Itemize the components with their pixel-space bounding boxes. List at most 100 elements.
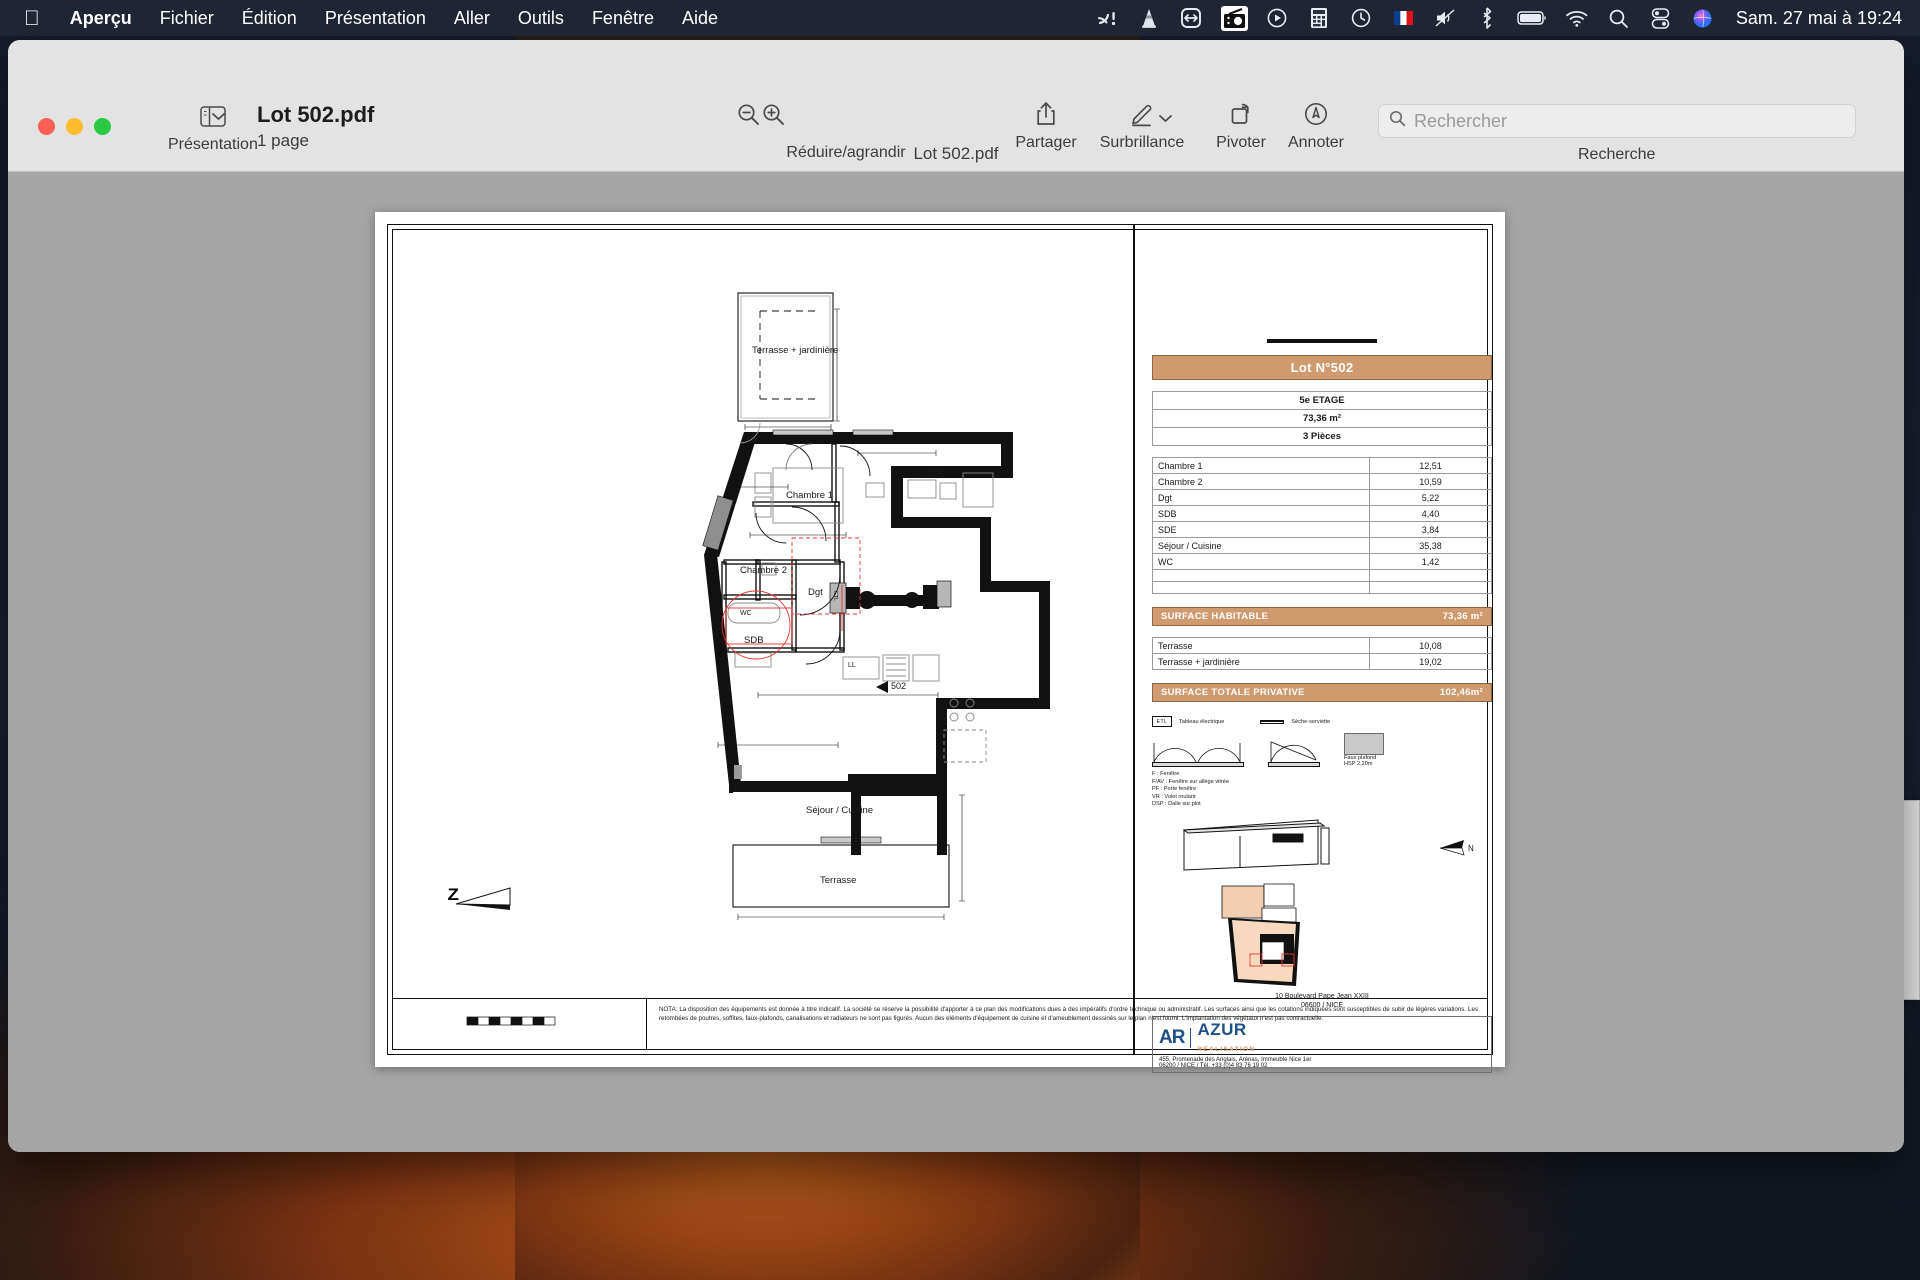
table-row: Chambre 2 10,59 — [1152, 473, 1493, 490]
pdf-page: Terrasse + jardinière Chambre 1 SDE Cham… — [375, 212, 1505, 1073]
minimize-button[interactable] — [66, 118, 83, 135]
table-row: SDE 3,84 — [1152, 521, 1493, 538]
table-row: 73,36 m² — [1152, 409, 1492, 428]
menu-item-presentation[interactable]: Présentation — [311, 8, 440, 29]
room-name: Chambre 2 — [1152, 473, 1370, 490]
maximize-button[interactable] — [94, 118, 111, 135]
volume-muted-icon[interactable] — [1433, 6, 1458, 31]
symbols-row-windows: Faux plafond HSP 2,20m — [1152, 733, 1492, 767]
abbreviation-item: PF : Porte fenêtre — [1152, 786, 1197, 792]
menu-item-fichier[interactable]: Fichier — [146, 8, 228, 29]
spotlight-search-icon[interactable] — [1606, 6, 1631, 31]
menu-item-outils[interactable]: Outils — [504, 8, 578, 29]
plan-north-indicator: Z — [447, 885, 511, 910]
plan-label-etl: ETL — [832, 591, 838, 602]
menu-item-aller[interactable]: Aller — [440, 8, 504, 29]
room-area: 10,59 — [1368, 473, 1493, 490]
abbreviation-item: DSP : Dalle sur plot — [1152, 801, 1201, 807]
radio-app-icon[interactable] — [1220, 5, 1248, 31]
double-window-arc-icon — [1153, 743, 1241, 762]
menu-bar:  Aperçu Fichier Édition Présentation Al… — [0, 0, 1920, 36]
french-flag-icon[interactable] — [1391, 6, 1416, 31]
room-name: WC — [1152, 553, 1370, 570]
plan-legend-divider — [1133, 225, 1135, 1054]
siri-icon[interactable] — [1690, 6, 1715, 31]
site-plan-svg — [1221, 883, 1300, 986]
table-row: Dgt 5,22 — [1152, 489, 1493, 506]
room-area: 5,22 — [1368, 489, 1493, 506]
electric-panel-icon: ETL — [1152, 716, 1172, 727]
calculator-icon[interactable] — [1307, 6, 1332, 31]
playback-icon[interactable] — [1265, 6, 1290, 31]
svg-text:N: N — [1468, 844, 1474, 853]
plan-label-chambre2: Chambre 2 — [740, 565, 787, 576]
wifi-icon[interactable] — [1564, 6, 1589, 31]
highlight-chevron-down-icon[interactable] — [1158, 104, 1173, 132]
abbreviations-list: F : Fenêtre F/AV : Fenêtre sur allège vi… — [1152, 771, 1492, 809]
plan-label-sejour-cuisine: Séjour / Cuisine — [806, 805, 874, 816]
battery-icon — [1517, 6, 1547, 31]
pdf-canvas-area[interactable]: Terrasse + jardinière Chambre 1 SDE Cham… — [8, 172, 1904, 1152]
vlc-cone-icon[interactable] — [1137, 6, 1162, 31]
document-name: Lot 502.pdf — [257, 102, 375, 127]
plan-label-ll: LL — [848, 662, 856, 669]
lot-area: 73,36 m² — [1152, 409, 1492, 428]
pdf-footer-strip: NOTA: La disposition des équipements est… — [392, 998, 1488, 1050]
share-icon — [1035, 100, 1057, 128]
abbreviation-item: VR : Volet roulant — [1152, 793, 1196, 800]
floor-plan-drawing: Terrasse + jardinière Chambre 1 SDE Cham… — [388, 225, 1133, 1054]
elevation-svg — [1182, 819, 1330, 871]
rotate-icon — [1229, 100, 1253, 128]
firm-contact: 06200 / NICE / Tél. +33 (0)4 83 76 19 02 — [1159, 1063, 1268, 1069]
plan-label-sdb: SDB — [744, 635, 764, 646]
preview-window: Présentation Lot 502.pdf 1 page Réduire/… — [8, 40, 1904, 1152]
menu-item-aide[interactable]: Aide — [668, 8, 732, 29]
window-sill — [1268, 762, 1320, 767]
legend-top-rule — [1267, 339, 1377, 343]
search-field[interactable] — [1378, 104, 1856, 138]
zoom-in-button[interactable] — [748, 100, 798, 128]
bluetooth-icon[interactable] — [1475, 6, 1500, 31]
menu-bar-clock[interactable]: Sam. 27 mai à 19:24 — [1732, 8, 1902, 29]
room-name: Séjour / Cuisine — [1152, 537, 1370, 554]
menu-item-fenetre[interactable]: Fenêtre — [578, 8, 668, 29]
single-window-symbol — [1268, 737, 1320, 767]
document-subtitle: Lot 502.pdf — [913, 144, 999, 163]
time-machine-icon[interactable] — [1349, 6, 1374, 31]
habitable-surface-band: SURFACE HABITABLE 73,36 m² — [1152, 607, 1492, 626]
plan-label-dgt: Dgt — [808, 587, 823, 598]
lot-header-table: 5e ETAGE 73,36 m² 3 Pièces — [1152, 391, 1492, 446]
shazam-icon[interactable] — [1095, 6, 1120, 31]
apple-icon[interactable]:  — [24, 8, 40, 29]
menu-item-apercu[interactable]: Aperçu — [56, 8, 146, 29]
towel-warmer-label: Sèche-serviette — [1291, 718, 1331, 725]
table-row-empty — [1152, 569, 1493, 582]
pdf-border-frame: Terrasse + jardinière Chambre 1 SDE Cham… — [387, 224, 1493, 1073]
lot-floor: 5e ETAGE — [1152, 391, 1492, 410]
control-center-icon[interactable] — [1648, 6, 1673, 31]
habitable-surface-value: 73,36 m² — [1442, 611, 1483, 622]
menu-item-edition[interactable]: Édition — [228, 8, 311, 29]
north-arrow-icon — [455, 887, 511, 910]
close-button[interactable] — [38, 118, 55, 135]
faux-plafond-icon — [1344, 733, 1384, 755]
chevron-down-icon[interactable] — [211, 102, 226, 130]
search-input[interactable] — [1414, 110, 1845, 132]
teamviewer-icon[interactable] — [1179, 6, 1204, 31]
faux-plafond-legend: Faux plafond HSP 2,20m — [1344, 733, 1384, 767]
room-name: Dgt — [1152, 489, 1370, 506]
table-row: Séjour / Cuisine 35,38 — [1152, 537, 1493, 554]
double-window-symbol — [1152, 737, 1244, 767]
table-row: WC 1,42 — [1152, 553, 1493, 570]
building-elevation-sketch: N — [1152, 818, 1492, 876]
abbreviation-item: F/AV : Fenêtre sur allège vitrée — [1152, 778, 1229, 785]
electric-panel-legend: ETL Tableau électrique — [1152, 716, 1224, 727]
total-surface-label: SURFACE TOTALE PRIVATIVE — [1161, 687, 1305, 698]
terrace-area: 10,08 — [1368, 637, 1493, 654]
total-surface-band: SURFACE TOTALE PRIVATIVE 102,46m² — [1152, 683, 1492, 702]
plan-label-terrasse: Terrasse — [820, 875, 857, 886]
terrace-area: 19,02 — [1368, 653, 1493, 670]
table-row: SDB 4,40 — [1152, 505, 1493, 522]
lot-number-band: Lot N°502 — [1152, 355, 1492, 380]
electric-panel-label: Tableau électrique — [1179, 718, 1225, 725]
